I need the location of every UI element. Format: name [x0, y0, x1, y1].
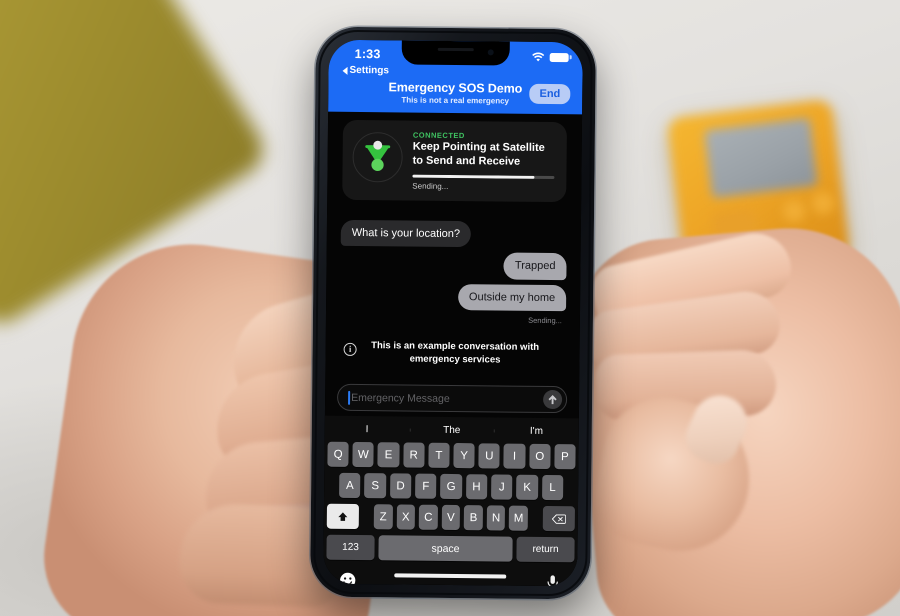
status-bar-indicators [532, 52, 569, 63]
key-c[interactable]: C [418, 504, 438, 530]
message-send-status: Sending... [528, 315, 562, 326]
key-b[interactable]: B [464, 505, 483, 531]
prediction-item[interactable]: The [409, 424, 494, 436]
shift-key[interactable] [326, 503, 359, 530]
keyboard-row-2: ASDFGHJKL [327, 472, 575, 501]
emoji-smiley-icon[interactable] [339, 572, 356, 587]
key-g[interactable]: G [440, 473, 462, 500]
status-bar-time: 1:33 [354, 46, 381, 62]
key-u[interactable]: U [478, 443, 501, 469]
row3-spacer-right [532, 506, 539, 531]
key-h[interactable]: H [465, 474, 488, 500]
message-placeholder: Emergency Message [351, 391, 450, 405]
return-key[interactable]: return [516, 536, 575, 563]
key-e[interactable]: E [377, 442, 400, 468]
console-button-b [812, 192, 834, 214]
message-bubble[interactable]: Trapped [503, 252, 567, 280]
message-bubble[interactable]: What is your location? [340, 219, 472, 248]
message-row: Trapped [326, 251, 580, 280]
satellite-card-body: CONNECTED Keep Pointing at Satellite to … [412, 131, 555, 193]
send-progress-bar [412, 174, 555, 180]
console-screen [704, 117, 818, 199]
satellite-instruction-text: Keep Pointing at Satellite to Send and R… [412, 140, 545, 168]
phone-screen: 1:33 Settings Emergency SOS Demo This is… [323, 39, 583, 587]
numbers-key[interactable]: 123 [326, 534, 375, 561]
microphone-icon[interactable] [544, 574, 561, 587]
key-f[interactable]: F [415, 473, 437, 499]
notice-text: This is an example conversation with eme… [371, 340, 540, 366]
chevron-left-icon [342, 66, 348, 75]
end-button[interactable]: End [529, 83, 571, 105]
conversation-area: CONNECTED Keep Pointing at Satellite to … [323, 111, 583, 587]
prediction-bar: I The I'm [325, 416, 579, 445]
backspace-icon [551, 513, 566, 524]
satellite-glyph [365, 140, 391, 172]
onscreen-keyboard: I The I'm QWERTYUIOP ASDFGHJKL ZXCVBNM 1… [323, 415, 579, 587]
key-y[interactable]: Y [453, 443, 475, 469]
key-z[interactable]: Z [373, 504, 393, 530]
message-bubble[interactable]: Outside my home [457, 283, 567, 312]
key-i[interactable]: I [503, 443, 526, 469]
prediction-item[interactable]: I [325, 423, 410, 435]
key-j[interactable]: J [491, 474, 513, 500]
prediction-item[interactable]: I'm [494, 425, 579, 437]
keyboard-row-1: QWERTYUIOP [327, 441, 576, 470]
key-d[interactable]: D [389, 473, 412, 499]
key-p[interactable]: P [554, 444, 576, 470]
key-a[interactable]: A [339, 472, 361, 499]
key-v[interactable]: V [441, 504, 461, 531]
send-arrow-up-icon [544, 390, 562, 409]
back-to-settings-link[interactable]: Settings [342, 65, 389, 76]
key-w[interactable]: W [352, 441, 375, 468]
key-n[interactable]: N [486, 505, 506, 531]
info-icon: i [343, 342, 357, 356]
iphone-device: 1:33 Settings Emergency SOS Demo This is… [310, 26, 596, 600]
battery-icon [549, 52, 569, 63]
satellite-status-card: CONNECTED Keep Pointing at Satellite to … [342, 119, 568, 203]
key-x[interactable]: X [396, 504, 416, 530]
example-conversation-notice: i This is an example conversation with e… [325, 340, 579, 368]
send-progress-fill [412, 174, 535, 180]
key-o[interactable]: O [528, 443, 551, 470]
keyboard-row-4: 123 space return [326, 534, 575, 563]
key-k[interactable]: K [516, 474, 538, 500]
send-button[interactable] [543, 389, 563, 410]
key-r[interactable]: R [402, 442, 425, 468]
satellite-connection-icon [352, 131, 403, 183]
backspace-key[interactable] [542, 505, 576, 532]
emergency-message-input[interactable]: Emergency Message [336, 383, 568, 414]
keyboard-rows: QWERTYUIOP ASDFGHJKL ZXCVBNM 123 space r… [323, 441, 578, 563]
key-m[interactable]: M [509, 505, 529, 531]
wifi-icon [532, 52, 545, 62]
console-button-a [783, 200, 805, 222]
connection-status-label: CONNECTED [412, 130, 465, 141]
key-q[interactable]: Q [327, 441, 349, 467]
row3-spacer-left [363, 504, 370, 529]
front-camera [487, 49, 494, 56]
display-notch [401, 40, 510, 66]
key-l[interactable]: L [541, 474, 564, 501]
message-list: What is your location? Trapped Outside my … [326, 219, 581, 326]
space-key[interactable]: space [378, 535, 513, 562]
message-row: What is your location? [327, 219, 581, 249]
key-t[interactable]: T [428, 442, 450, 468]
send-progress-label: Sending... [412, 181, 449, 192]
key-s[interactable]: S [364, 473, 386, 499]
back-link-label: Settings [349, 64, 390, 77]
keyboard-row-3: ZXCVBNM [326, 503, 576, 532]
text-caret [348, 390, 351, 405]
earpiece-speaker [437, 47, 474, 52]
message-row: Outside my home [326, 282, 580, 312]
shift-up-icon [338, 511, 348, 521]
